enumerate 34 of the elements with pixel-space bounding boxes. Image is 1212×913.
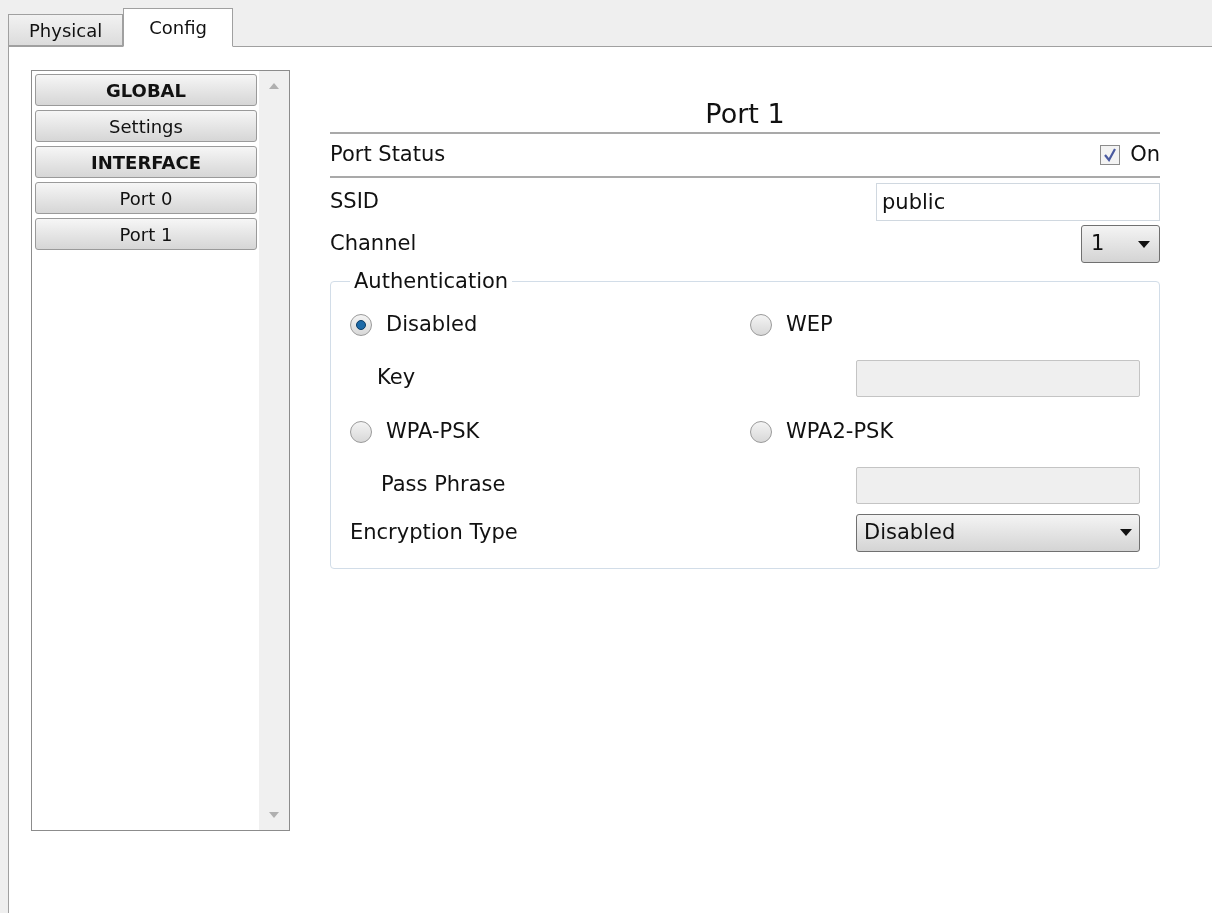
- radio-button[interactable]: [350, 313, 372, 336]
- encryption-select[interactable]: Disabled: [856, 513, 1140, 552]
- group-title: Authentication: [353, 268, 510, 295]
- field-label: Encryption Type: [350, 518, 519, 546]
- radio-button[interactable]: [750, 420, 772, 443]
- ssid-field[interactable]: public: [876, 183, 1160, 221]
- sidebar-item[interactable]: Port 0: [35, 182, 257, 214]
- tab[interactable]: Config: [123, 8, 233, 47]
- radio-button[interactable]: [750, 313, 772, 336]
- field-label: Port Status: [330, 141, 446, 169]
- field-label: SSID: [330, 188, 380, 216]
- radio-label: WPA-PSK: [386, 417, 480, 445]
- radio-label: WEP: [786, 310, 833, 338]
- radio-label: WPA2-PSK: [786, 417, 894, 445]
- sidebar-header[interactable]: INTERFACE: [35, 146, 257, 178]
- scrollbar[interactable]: [259, 71, 289, 830]
- caret-icon: [1120, 529, 1132, 536]
- checkbox[interactable]: [1100, 145, 1121, 165]
- checkbox-label: On: [1130, 141, 1160, 169]
- scroll-up-icon[interactable]: [269, 83, 279, 89]
- radio-label: Disabled: [386, 310, 478, 338]
- panel-title: Port 1: [704, 97, 786, 131]
- field-label: Pass Phrase: [380, 471, 507, 499]
- field-label: Key: [376, 364, 417, 392]
- scroll-down-icon[interactable]: [269, 812, 279, 818]
- sidebar-item[interactable]: Settings: [35, 110, 257, 142]
- sidebar-header[interactable]: GLOBAL: [35, 74, 257, 106]
- radio-button[interactable]: [350, 420, 372, 443]
- field-label: Channel: [330, 230, 417, 258]
- sidebar-item[interactable]: Port 1: [35, 218, 257, 250]
- caret-icon: [1138, 240, 1150, 248]
- channel-select[interactable]: 1: [1081, 225, 1160, 263]
- tab[interactable]: Physical: [8, 14, 124, 46]
- check-icon: [1103, 148, 1118, 162]
